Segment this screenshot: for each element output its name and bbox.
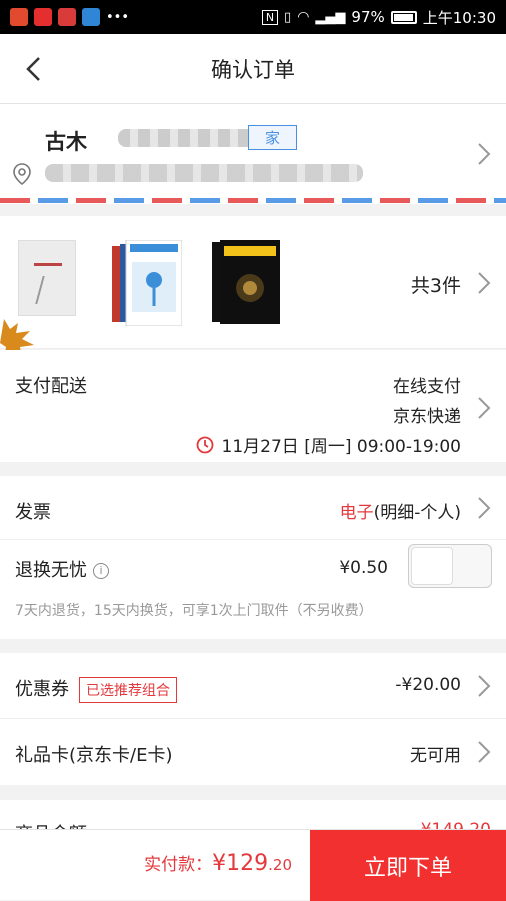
system-status: N ▯ ◠ ▂▄▆ 97% 上午10:30: [261, 7, 496, 28]
coupon-label: 优惠券: [15, 679, 69, 700]
more-icon: •••: [106, 9, 130, 25]
chevron-right-icon: [478, 397, 491, 419]
coupon-value: -¥20.00: [395, 675, 461, 695]
info-icon[interactable]: i: [93, 563, 109, 579]
clock: 上午10:30: [422, 8, 496, 27]
return-service-toggle[interactable]: [408, 544, 492, 588]
back-icon[interactable]: [20, 54, 50, 84]
payment-delivery-label: 支付配送: [15, 376, 87, 397]
total-label: 实付款：: [144, 855, 213, 875]
delivery-time-text: 11月27日 [周一] 09:00-19:00: [221, 437, 461, 457]
product-thumb-2: [112, 240, 182, 326]
weibo-icon: [10, 8, 28, 26]
status-bar: ••• N ▯ ◠ ▂▄▆ 97% 上午10:30: [0, 0, 506, 34]
coupon-row[interactable]: 优惠券 已选推荐组合 -¥20.00: [0, 653, 506, 719]
total-decimal: .20: [268, 856, 292, 874]
location-pin-icon: [13, 163, 31, 186]
recipient-name: 古木: [45, 130, 87, 154]
address-tag: 家: [248, 125, 297, 150]
total-integer: ¥129: [212, 851, 269, 876]
payment-delivery-section[interactable]: 支付配送 在线支付 京东快递 11月27日 [周一] 09:00-19:00: [0, 350, 506, 462]
payment-method: 在线支付: [393, 377, 461, 397]
vibrate-icon: ▯: [284, 9, 292, 25]
battery-icon: [390, 10, 417, 24]
gift-card-value: 无可用: [410, 746, 461, 766]
product-count: 共3件: [410, 275, 461, 297]
toutiao-icon: [34, 8, 52, 26]
coupon-label-wrap: 优惠券 已选推荐组合: [15, 675, 177, 703]
return-service-price: ¥0.50: [339, 558, 388, 578]
qq-browser-icon: [82, 8, 100, 26]
courier-name: 京东快递: [393, 407, 461, 427]
nav-bar: 确认订单: [0, 34, 506, 104]
product-list[interactable]: 共3件: [0, 216, 506, 349]
clock-icon: [196, 436, 213, 453]
page-title: 确认订单: [211, 57, 295, 82]
chevron-right-icon: [478, 675, 491, 697]
battery-percent: 97%: [351, 8, 385, 26]
address-card[interactable]: 古木 家: [0, 104, 506, 204]
return-service-label: 退换无忧: [15, 560, 87, 581]
invoice-row[interactable]: 发票 电子(明细-个人): [0, 476, 506, 540]
chevron-right-icon: [478, 741, 491, 763]
delivery-time: 11月27日 [周一] 09:00-19:00: [196, 432, 461, 457]
recipient-phone-blurred: [118, 129, 254, 147]
invoice-label: 发票: [15, 502, 51, 523]
invoice-type: 电子: [339, 503, 374, 523]
airmail-stripe: [0, 198, 506, 203]
return-service-note: 7天内退货，15天内换货，可享1次上门取件（不另收费）: [15, 603, 373, 619]
nfc-icon: N: [261, 9, 279, 25]
chevron-right-icon: [478, 143, 491, 165]
invoice-detail: (明细-个人): [373, 503, 461, 523]
return-service-label-wrap: 退换无忧 i: [15, 556, 109, 582]
address-detail-blurred: [45, 164, 363, 182]
invoice-section: 发票 电子(明细-个人) 退换无忧 i ¥0.50 7天内退货，15天内换货，可享…: [0, 476, 506, 639]
wifi-icon: ◠: [297, 9, 310, 25]
product-thumb-1: [18, 240, 76, 316]
invoice-value: 电子(明细-个人): [340, 498, 461, 523]
submit-order-button[interactable]: 立即下单: [310, 830, 506, 901]
signal-icon: ▂▄▆: [315, 9, 346, 25]
notification-icons: •••: [10, 8, 129, 26]
gift-card-row[interactable]: 礼品卡(京东卡/E卡) 无可用: [0, 719, 506, 785]
total-payable: 实付款：¥129.20: [144, 850, 292, 876]
discount-section: 优惠券 已选推荐组合 -¥20.00 礼品卡(京东卡/E卡) 无可用: [0, 653, 506, 785]
netease-news-icon: [58, 8, 76, 26]
chevron-right-icon: [478, 497, 491, 519]
toggle-knob: [411, 547, 453, 585]
checkout-bar: 实付款：¥129.20 立即下单: [0, 829, 506, 901]
coupon-tag: 已选推荐组合: [79, 677, 177, 703]
chevron-right-icon: [478, 272, 491, 294]
product-thumb-3: [212, 240, 280, 324]
gift-card-label: 礼品卡(京东卡/E卡): [15, 745, 173, 766]
